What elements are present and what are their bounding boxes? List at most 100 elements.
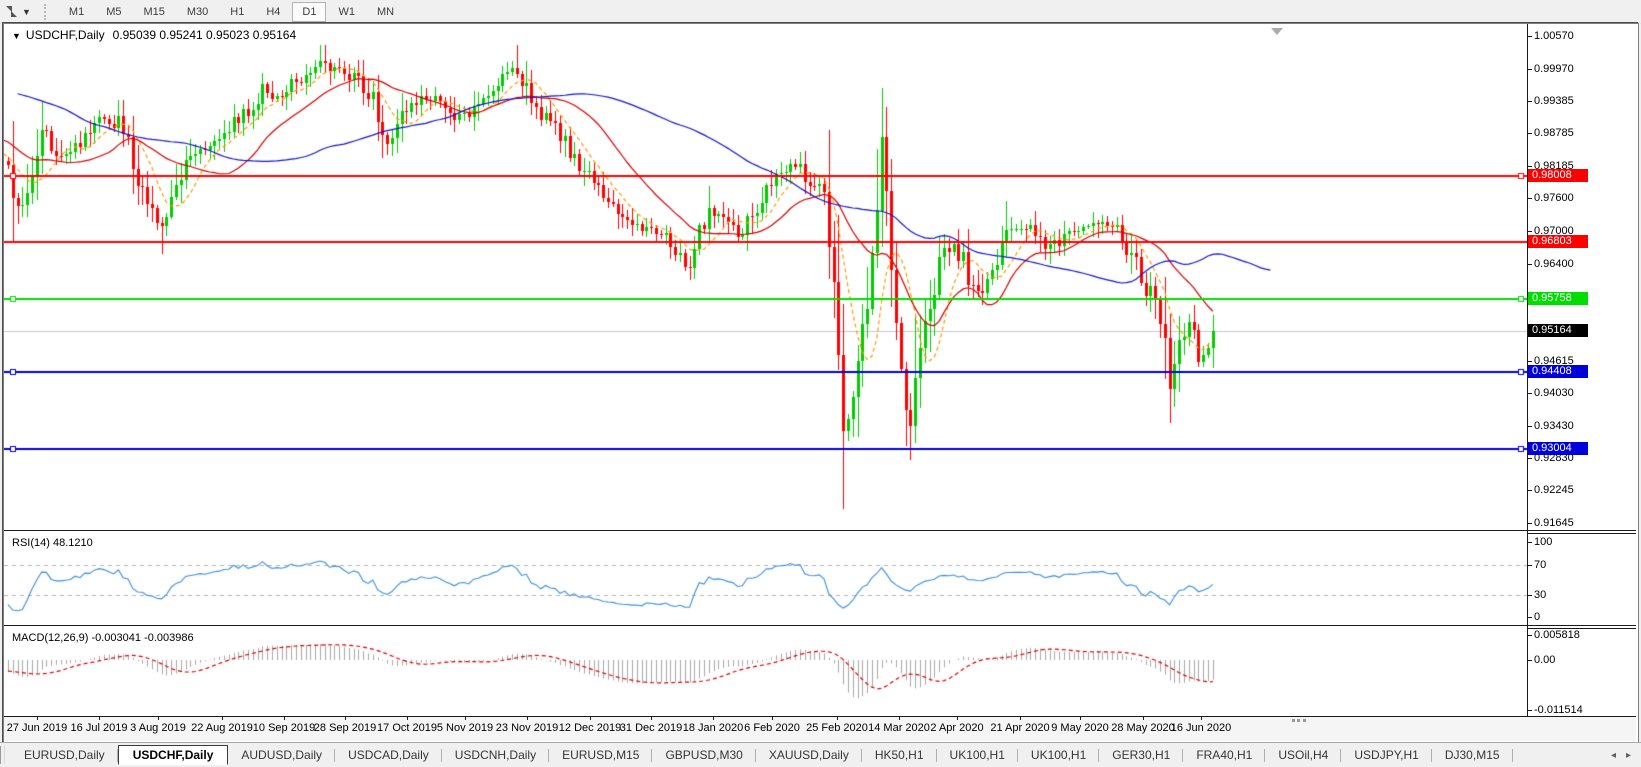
top-toolbar: ▼ M1 M5 M15 M30 H1 H4 D1 W1 MN — [0, 0, 1641, 24]
price-tick-label-tick-mark — [1528, 133, 1532, 134]
price-tick-label-tick-mark — [1528, 490, 1532, 491]
date-tick-mark — [713, 717, 714, 720]
tab-scroll-right-icon[interactable]: ▸ — [1626, 750, 1631, 761]
hline-price-badge: 0.94408 — [1528, 365, 1588, 378]
timeframe-button-D1[interactable]: D1 — [292, 1, 327, 22]
price-tick-label-tick-mark — [1528, 361, 1532, 362]
date-tick-label: 3 Aug 2019 — [130, 722, 186, 734]
tab-usoil-h4[interactable]: USOil,H4 — [1265, 745, 1342, 765]
tab-uk100-h1[interactable]: UK100,H1 — [1018, 745, 1100, 765]
hline-price-badge: 0.93004 — [1528, 442, 1588, 455]
tab-usdcad-daily[interactable]: USDCAD,Daily — [335, 745, 442, 765]
timeframe-button-group: M1 M5 M15 M30 H1 H4 D1 W1 MN — [58, 1, 405, 22]
rsi-tick-label-tick-mark — [1528, 542, 1532, 543]
price-tick-label: 0.99970 — [1534, 63, 1574, 75]
chart-tab-bar: EURUSD,Daily USDCHF,Daily AUDUSD,Daily USDC… — [0, 742, 1641, 767]
tab-usdcnh-daily[interactable]: USDCNH,Daily — [442, 745, 550, 765]
tab-xauusd-daily[interactable]: XAUUSD,Daily — [756, 745, 862, 765]
date-tick-label: 16 Jun 2020 — [1170, 722, 1232, 734]
date-tick-mark — [284, 717, 285, 720]
hline-price-badge: 0.98008 — [1528, 169, 1588, 182]
rsi-panel-canvas[interactable] — [4, 533, 1527, 625]
chart-ohlc-values: 0.95039 0.95241 0.95023 0.95164 — [112, 28, 297, 42]
timeframe-button-M30[interactable]: M30 — [177, 2, 218, 22]
chart-menu-caret-icon[interactable]: ▼ — [12, 31, 21, 41]
tab-gbpusd-m30[interactable]: GBPUSD,M30 — [652, 745, 757, 765]
date-tick-label: 9 May 2020 — [1051, 722, 1109, 734]
timeframe-button-H4[interactable]: H4 — [256, 2, 290, 22]
tab-scroll-left-icon[interactable]: ◂ — [1611, 750, 1616, 761]
price-tick-label-tick-mark — [1528, 458, 1532, 459]
date-tick-label: 27 Jun 2019 — [6, 722, 68, 734]
price-tick-label: 1.00570 — [1534, 30, 1574, 42]
date-tick-label: 18 Jan 2020 — [682, 722, 744, 734]
timeframe-button-MN[interactable]: MN — [367, 2, 404, 22]
date-tick-label: 12 Dec 2019 — [558, 722, 622, 734]
date-tick-mark — [465, 717, 466, 720]
date-tick-mark — [407, 717, 408, 720]
price-tick-label-tick-mark — [1528, 231, 1532, 232]
price-tick-label-tick-mark — [1528, 393, 1532, 394]
date-tick-mark — [37, 717, 38, 720]
date-tick-mark — [345, 717, 346, 720]
price-tick-label: 0.93430 — [1534, 420, 1574, 432]
macd-panel-canvas[interactable] — [4, 628, 1527, 716]
price-tick-label-tick-mark — [1528, 264, 1532, 265]
rsi-tick-label-tick-mark — [1528, 595, 1532, 596]
timeframe-button-M1[interactable]: M1 — [59, 2, 94, 22]
macd-tick-label-tick-mark — [1528, 660, 1532, 661]
date-tick-mark — [1080, 717, 1081, 720]
price-tick-label: 0.98785 — [1534, 127, 1574, 139]
timeframe-button-W1[interactable]: W1 — [328, 2, 365, 22]
tab-usdjpy-h1[interactable]: USDJPY,H1 — [1341, 745, 1433, 765]
chart-title: ▼ USDCHF,Daily 0.95039 0.95241 0.95023 0.9… — [10, 28, 299, 42]
timeframe-button-H1[interactable]: H1 — [220, 2, 254, 22]
tab-hk50-h1[interactable]: HK50,H1 — [862, 745, 937, 765]
date-tick-label: 23 Nov 2019 — [495, 722, 559, 734]
date-tick-label: 16 Jul 2019 — [70, 722, 128, 734]
macd-indicator-label: MACD(12,26,9) -0.003041 -0.003986 — [12, 632, 194, 644]
date-tick-mark — [158, 717, 159, 720]
chart-type-icon — [5, 5, 18, 18]
rsi-tick-label: 0 — [1534, 611, 1541, 623]
price-tick-label-tick-mark — [1528, 36, 1532, 37]
price-tick-label: 0.91645 — [1534, 517, 1574, 529]
macd-tick-label: 0.00 — [1534, 654, 1556, 666]
rsi-tick-label-tick-mark — [1528, 565, 1532, 566]
toolbar-grip[interactable] — [43, 3, 50, 20]
date-tick-label: 2 Apr 2020 — [930, 722, 984, 734]
chart-type-button[interactable]: ▼ — [2, 4, 34, 19]
hline-price-badge: 0.95758 — [1528, 292, 1588, 305]
timeframe-button-M15[interactable]: M15 — [133, 2, 174, 22]
date-tick-label: 28 May 2020 — [1111, 722, 1175, 734]
date-tick-mark — [222, 717, 223, 720]
tab-ger30-h1[interactable]: GER30,H1 — [1099, 745, 1184, 765]
tab-fra40-h1[interactable]: FRA40,H1 — [1183, 745, 1266, 765]
tab-scroll-controls: ◂ ▸ — [1611, 750, 1631, 761]
tab-audusd-daily[interactable]: AUDUSD,Daily — [228, 745, 335, 765]
date-tick-mark — [772, 717, 773, 720]
date-tick-mark — [590, 717, 591, 720]
date-tick-mark — [527, 717, 528, 720]
time-axis[interactable]: 27 Jun 2019 16 Jul 2019 3 Aug 2019 22 Aug 2… — [4, 717, 1636, 741]
date-tick-mark — [651, 717, 652, 720]
date-tick-mark — [1201, 717, 1202, 720]
price-chart-canvas[interactable] — [4, 24, 1527, 530]
date-tick-mark — [1143, 717, 1144, 720]
timeframe-button-M5[interactable]: M5 — [96, 2, 131, 22]
tab-usdchf-daily[interactable]: USDCHF,Daily — [117, 745, 229, 765]
date-tick-label: 28 Sep 2019 — [313, 722, 377, 734]
tab-dj30-m15[interactable]: DJ30,M15 — [1432, 745, 1513, 765]
date-tick-mark — [1020, 717, 1021, 720]
price-tick-label-tick-mark — [1528, 69, 1532, 70]
date-tick-mark — [837, 717, 838, 720]
price-tick-label-tick-mark — [1528, 101, 1532, 102]
tab-eurusd-m15[interactable]: EURUSD,M15 — [549, 745, 653, 765]
splitter-grip-icon[interactable] — [1292, 719, 1306, 722]
tab-uk100-h1[interactable]: UK100,H1 — [937, 745, 1019, 765]
date-tick-label: 21 Apr 2020 — [990, 722, 1050, 734]
tab-eurusd-daily[interactable]: EURUSD,Daily — [11, 745, 118, 765]
chart-shift-marker-icon[interactable] — [1271, 28, 1283, 35]
date-tick-label: 14 Mar 2020 — [868, 722, 930, 734]
hline-price-badge: 0.96803 — [1528, 235, 1588, 248]
